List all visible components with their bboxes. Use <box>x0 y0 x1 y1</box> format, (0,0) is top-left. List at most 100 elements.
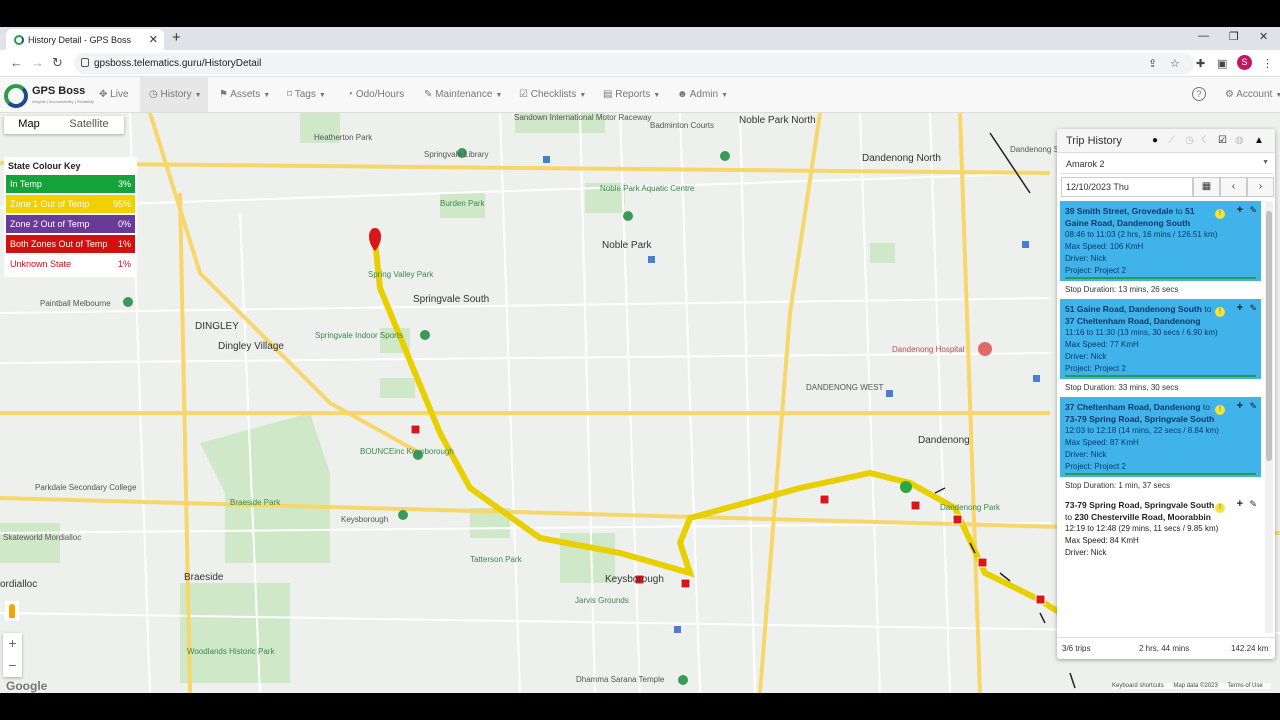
chevron-down-icon: ▼ <box>579 92 587 99</box>
total-duration: 2 hrs, 44 mins <box>1139 644 1190 653</box>
map-label: DANDENONG WEST <box>806 383 884 392</box>
nav-reports[interactable]: ▤ Reports ▼ <box>603 77 660 112</box>
date-input[interactable]: 12/10/2023 Thu <box>1061 177 1193 197</box>
restore-icon[interactable]: ❐ <box>1229 30 1239 43</box>
reload-icon[interactable]: ↻ <box>52 55 63 71</box>
add-icon[interactable]: + <box>1237 204 1243 216</box>
hospital-marker <box>978 342 992 356</box>
share-icon[interactable]: ⇪ <box>1148 57 1157 70</box>
map-type-toggle: Map Satellite <box>4 116 124 134</box>
nav-checklists[interactable]: ☑ Checklists ▼ <box>519 77 586 112</box>
minimize-icon[interactable]: — <box>1198 30 1209 42</box>
add-icon[interactable]: + <box>1237 400 1243 412</box>
trip-project: Project: Project 2 <box>1065 364 1126 373</box>
forward-icon[interactable]: → <box>31 55 44 70</box>
collapse-chevron-up-icon[interactable]: ▲ <box>1254 135 1264 146</box>
trip-to-word: to <box>1202 402 1211 412</box>
browser-menu-icon[interactable]: ⋮ <box>1262 57 1273 70</box>
nav-history[interactable]: ◷ History ▼ <box>140 77 208 112</box>
nav-admin[interactable]: ☻ Admin ▼ <box>677 77 728 112</box>
checklist-icon[interactable]: ☑ <box>1218 135 1227 146</box>
trip-item[interactable]: 37 Cheltenham Road, Dandenong to 73-79 S… <box>1060 397 1261 477</box>
trip-max-speed: Max Speed: 84 KmH <box>1065 536 1139 545</box>
url-input[interactable]: gpsboss.telematics.guru/HistoryDetail <box>74 53 1194 74</box>
speed-icon[interactable]: ◷ <box>1185 135 1194 146</box>
warning-icon[interactable]: ! <box>1215 209 1225 219</box>
edit-icon[interactable]: ✎ <box>1249 302 1257 314</box>
profile-avatar[interactable]: S <box>1237 55 1252 70</box>
map-label: Sandown International Motor Raceway <box>514 113 652 122</box>
previous-day-button[interactable]: ‹ <box>1220 177 1247 197</box>
map-attribution: Keyboard shortcuts Map data ©2023 Terms … <box>1112 683 1271 689</box>
help-icon[interactable]: ? <box>1192 87 1206 101</box>
gps-boss-logo[interactable]: GPS Boss Insights | Accountability | Rel… <box>4 82 94 110</box>
trip-item[interactable]: 73-79 Spring Road, Springvale South to 2… <box>1060 495 1261 563</box>
trip-item[interactable]: 39 Smith Street, Grovedale to 51 Gaine R… <box>1060 201 1261 281</box>
map-label: Keysborough <box>605 574 664 585</box>
nav-assets[interactable]: ⚑ Assets ▼ <box>219 77 270 112</box>
map-label: Badminton Courts <box>650 121 715 130</box>
side-panel-icon[interactable]: ▣ <box>1217 57 1227 70</box>
back-icon[interactable]: ← <box>10 55 23 70</box>
edit-icon[interactable]: ✎ <box>1249 204 1257 216</box>
browser-tab[interactable]: History Detail - GPS Boss ✕ <box>6 29 164 50</box>
window-close-icon[interactable]: ✕ <box>1259 30 1268 43</box>
map-label: Jarvis Grounds <box>575 596 629 605</box>
warning-icon[interactable]: ! <box>1215 503 1225 513</box>
map-canvas[interactable]: Heatherton Park Sandown International Mo… <box>0 113 1280 693</box>
trip-history-title: Trip History <box>1066 135 1122 147</box>
add-icon[interactable]: + <box>1237 302 1243 314</box>
zoom-in-button[interactable]: + <box>3 633 22 655</box>
state-key-value: 0% <box>117 219 131 229</box>
state-key-value: 3% <box>117 179 131 189</box>
calendar-icon[interactable]: ▦ <box>1193 177 1220 197</box>
extensions-icon[interactable]: ✚ <box>1196 57 1205 70</box>
vehicle-select[interactable]: Amarok 2 ▼ <box>1061 156 1273 174</box>
edit-icon[interactable]: ✎ <box>1249 400 1257 412</box>
map-label: Burden Park <box>440 199 485 208</box>
route-end-pin <box>368 228 382 251</box>
nav-odo-hours[interactable]: ◔ Odo/Hours <box>347 77 404 112</box>
chart-icon[interactable]: ⟋ <box>1168 135 1175 146</box>
scrollbar-thumb[interactable] <box>1266 211 1272 461</box>
trip-list-scrollbar[interactable] <box>1265 201 1273 633</box>
satellite-view-button[interactable]: Satellite <box>54 116 124 134</box>
zoom-out-button[interactable]: − <box>3 655 22 677</box>
trip-from: 39 Smith Street, Grovedale <box>1065 206 1174 216</box>
info-icon[interactable]: ● <box>1152 135 1158 146</box>
chevron-down-icon: ▼ <box>263 92 271 99</box>
chevron-down-icon: ▼ <box>318 92 326 99</box>
keyboard-shortcuts-link[interactable]: Keyboard shortcuts <box>1112 683 1164 689</box>
map-data-text: Map data ©2023 <box>1173 683 1218 689</box>
globe-icon[interactable]: ◍ <box>1235 135 1244 146</box>
state-key-row: Zone 2 Out of Temp 0% <box>6 215 135 233</box>
state-key-row: Both Zones Out of Temp 1% <box>6 235 135 253</box>
gps-boss-favicon-icon <box>14 35 24 45</box>
map-view-button[interactable]: Map <box>4 116 54 134</box>
map-label: Dandenong North <box>862 153 941 164</box>
map-label: Dingley Village <box>218 341 284 352</box>
new-tab-icon[interactable]: + <box>172 29 181 46</box>
nav-tags[interactable]: ⌑ Tags ▼ <box>287 77 326 112</box>
bookmark-star-icon[interactable]: ☆ <box>1170 57 1180 70</box>
warning-icon[interactable]: ! <box>1215 405 1225 415</box>
trip-item[interactable]: 51 Gaine Road, Dandenong South to 37 Che… <box>1060 299 1261 379</box>
night-icon[interactable]: ☾ <box>1201 135 1210 146</box>
tab-strip: History Detail - GPS Boss ✕ + — ❐ ✕ <box>0 27 1280 50</box>
nav-account[interactable]: ⚙ Account ▼ <box>1225 77 1280 112</box>
close-tab-icon[interactable]: ✕ <box>149 33 158 46</box>
street-view-pegman-icon[interactable] <box>5 601 19 621</box>
nav-tags-label: Tags <box>294 89 316 100</box>
trip-from: 51 Gaine Road, Dandenong South <box>1065 304 1202 314</box>
edit-icon[interactable]: ✎ <box>1249 498 1257 510</box>
app-navbar: GPS Boss Insights | Accountability | Rel… <box>0 77 1280 113</box>
add-icon[interactable]: + <box>1237 498 1243 510</box>
map-label: Springvale South <box>413 294 490 305</box>
nav-live[interactable]: ✥ Live <box>99 77 129 112</box>
map-label: Springvale Indoor Sports <box>315 331 404 340</box>
nav-maintenance[interactable]: ✎ Maintenance ▼ <box>424 77 502 112</box>
terms-link[interactable]: Terms of Use <box>1227 683 1262 689</box>
trip-project: Project: Project 2 <box>1065 462 1126 471</box>
warning-icon[interactable]: ! <box>1215 307 1225 317</box>
next-day-button[interactable]: › <box>1247 177 1274 197</box>
